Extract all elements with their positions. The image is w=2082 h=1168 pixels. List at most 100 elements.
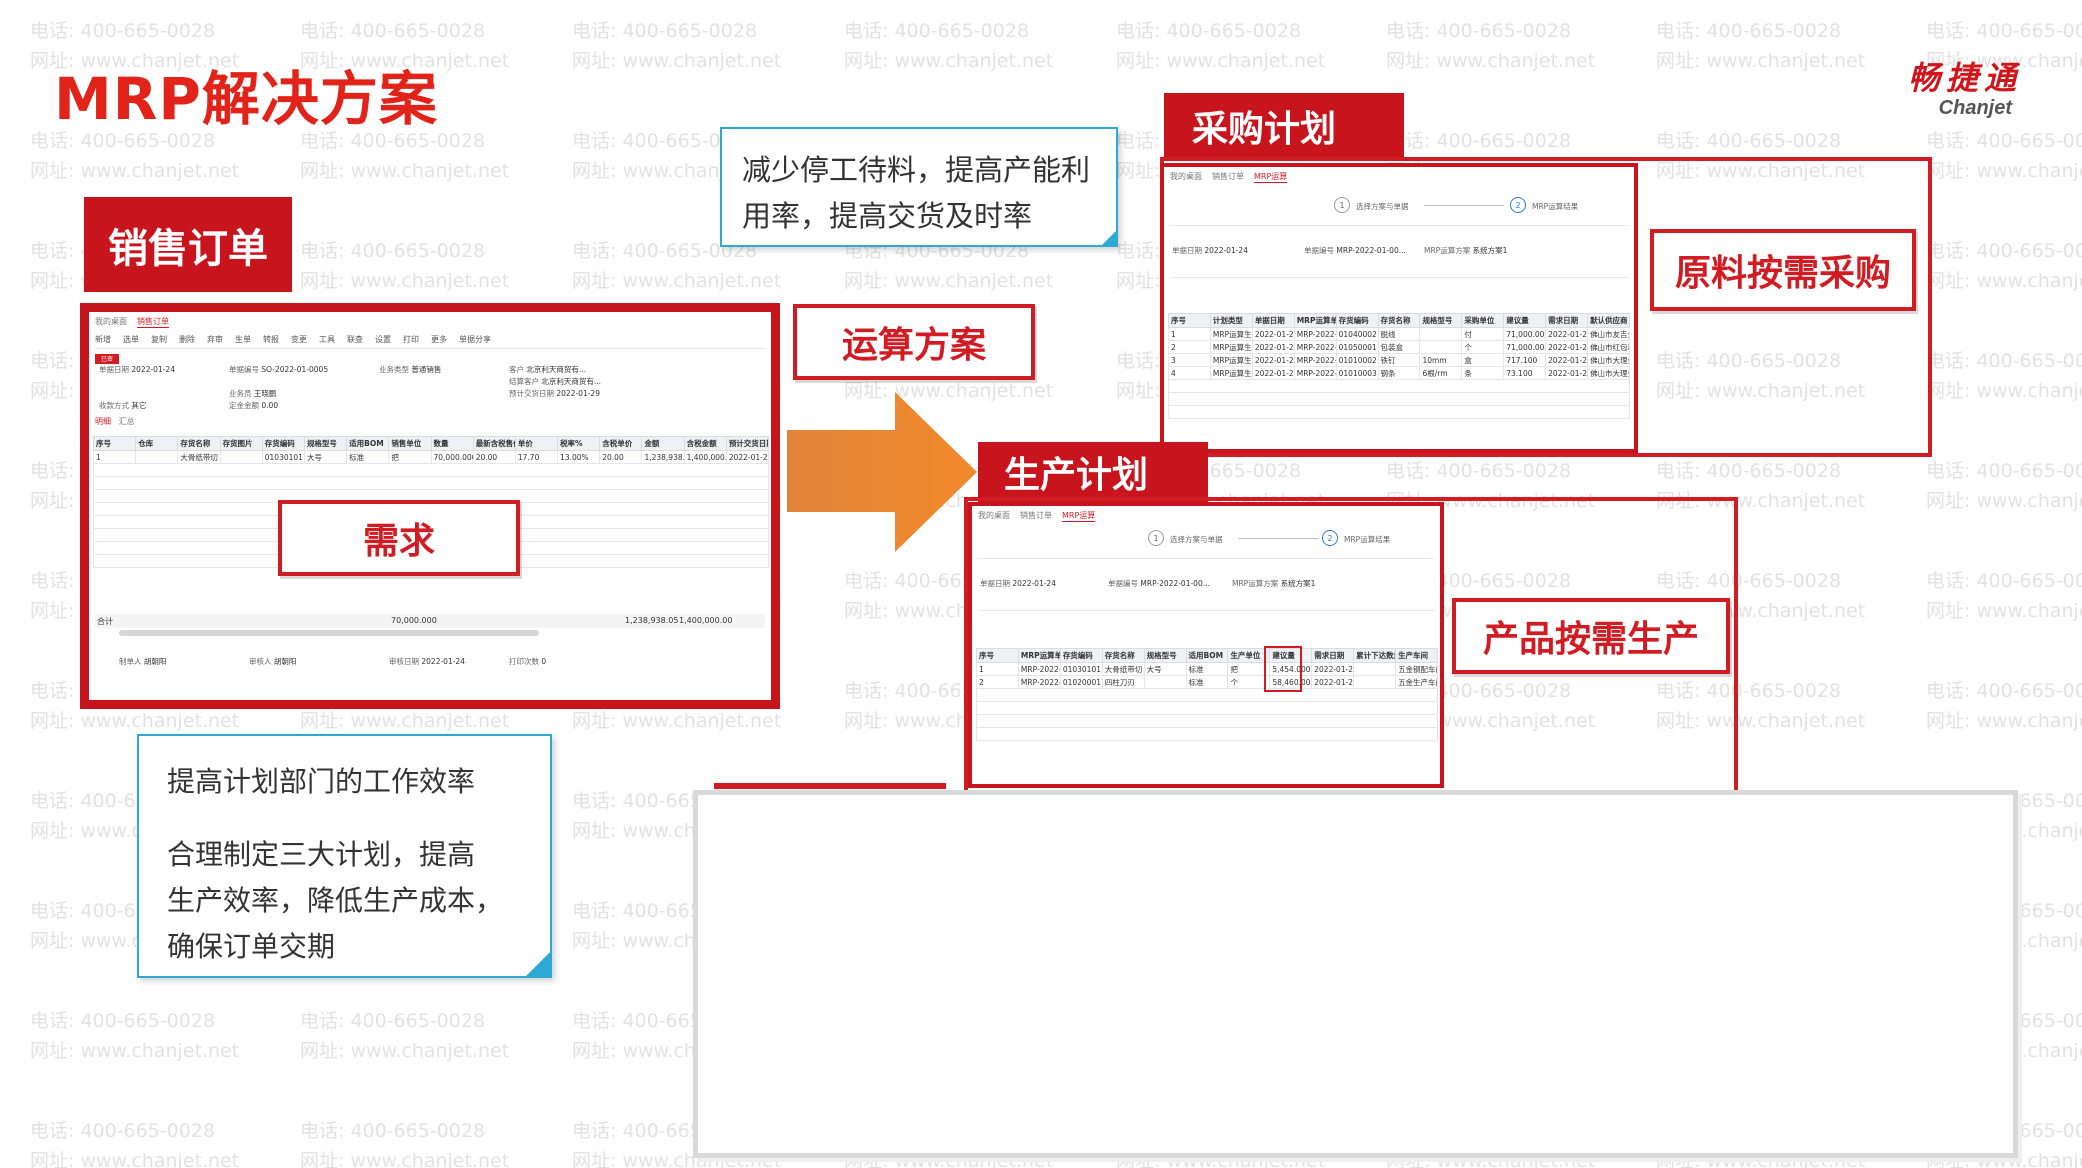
toolbar-item[interactable]: 选单 — [123, 334, 139, 345]
watermark-url: 网址: www.chanjet.net — [300, 710, 510, 732]
column-header[interactable]: 需求日期 — [1311, 648, 1355, 663]
field-label: 单据编号 — [229, 365, 259, 374]
watermark-cell: 电话: 400-665-0028 网址: www.chanjet.net — [30, 1006, 290, 1066]
watermark-url: 网址: www.chanjet.net — [1926, 380, 2082, 402]
watermark-url: 网址: www.chanjet.net — [572, 50, 782, 72]
column-header[interactable]: 序号 — [976, 648, 1019, 663]
mini-tab: 我的桌面 — [1170, 172, 1202, 181]
watermark-phone: 电话: 400-665-0028 — [1656, 460, 1842, 482]
column-header[interactable]: 存货名称 — [1377, 313, 1421, 328]
toolbar-item[interactable]: 弃审 — [207, 334, 223, 345]
field-value: 王晓鹏 — [253, 389, 277, 398]
scrollbar[interactable] — [119, 630, 539, 636]
table-row[interactable]: 3MRP运算生成2022-01-24MRP-2022-01-00...01010… — [1168, 353, 1630, 367]
table-cell: 标准 — [1185, 675, 1229, 689]
empty-row — [1168, 405, 1630, 419]
toolbar-item[interactable]: 变更 — [291, 334, 307, 345]
column-header[interactable]: MRP运算单号 — [1293, 313, 1337, 328]
column-header[interactable]: MRP运算单号 — [1017, 648, 1061, 663]
sales-mini-toolbar: 新增 选单 复制 删除 弃审 生单 转报 变更 工具 联查 设置 打印 更多 单据分享 — [95, 334, 491, 345]
production-mini-tabs: 我的桌面 销售订单 MRP运算 — [978, 510, 1096, 522]
column-header[interactable]: 含税单价 — [599, 436, 643, 451]
column-header[interactable]: 规格型号 — [1143, 648, 1187, 663]
toolbar-item[interactable]: 更多 — [431, 334, 447, 345]
divider — [1170, 225, 1628, 226]
table-cell: MRP-2022-01-00... — [1293, 327, 1337, 341]
column-header[interactable]: 预计交货日期 — [725, 436, 770, 451]
column-header[interactable]: 含税金额 — [683, 436, 727, 451]
toolbar-item[interactable]: 删除 — [179, 334, 195, 345]
table-row[interactable]: 2MRP-2022-01-000501020001四柱刀刃标准个58,460.0… — [976, 675, 1438, 689]
table-row[interactable]: 2MRP运算生成2022-01-24MRP-2022-01-00...01050… — [1168, 340, 1630, 354]
column-header[interactable]: 适用BOM — [346, 436, 390, 451]
divider — [95, 348, 765, 349]
column-header[interactable]: 存货名称 — [177, 436, 221, 451]
toolbar-item[interactable]: 工具 — [319, 334, 335, 345]
table-cell: 把 — [388, 450, 432, 464]
column-header[interactable]: 最新含税售价 — [472, 436, 516, 451]
tab-purchase-plan: 采购计划 — [1164, 93, 1404, 159]
table-cell: 10mm — [1419, 353, 1463, 367]
step-1-icon: 1 — [1334, 197, 1350, 213]
field-value: 胡朝阳 — [143, 657, 167, 666]
column-header[interactable]: 金额 — [641, 436, 685, 451]
table-row[interactable]: 1MRP运算生成2022-01-24MRP-2022-01-00...01040… — [1168, 327, 1630, 341]
watermark-url: 网址: www.chanjet.net — [300, 270, 510, 292]
toolbar-item[interactable]: 设置 — [375, 334, 391, 345]
watermark-url: 网址: www.chanjet.net — [572, 270, 782, 292]
toolbar-item[interactable]: 单据分享 — [459, 334, 491, 345]
column-header[interactable]: 数量 — [430, 436, 474, 451]
note-body: 合理制定三大计划，提高 生产效率，降低生产成本， 确保订单交期 — [167, 832, 503, 970]
column-header[interactable]: 建议量 — [1503, 313, 1547, 328]
watermark-phone: 电话: 400-665-0028 — [1386, 460, 1572, 482]
toolbar-item[interactable]: 新增 — [95, 334, 111, 345]
watermark-url: 网址: www.chanjet.net — [300, 160, 510, 182]
table-cell: MRP运算生成 — [1209, 366, 1253, 380]
step-2-icon: 2 — [1322, 530, 1338, 546]
total-amount: 1,238,938.05 — [625, 616, 679, 625]
column-header[interactable]: 税率% — [557, 436, 601, 451]
column-header[interactable]: 生产车间 — [1395, 648, 1438, 663]
field-value: 普通销售 — [411, 365, 442, 374]
column-header[interactable]: 需求日期 — [1545, 313, 1589, 328]
column-header[interactable]: 默认供应商 — [1587, 313, 1630, 328]
watermark-url: 网址: www.chanjet.net — [30, 1040, 240, 1062]
efficiency-note: 提高计划部门的工作效率 合理制定三大计划，提高 生产效率，降低生产成本， 确保订… — [137, 734, 552, 978]
column-header[interactable]: 序号 — [92, 436, 137, 451]
table-cell: 20.00 — [472, 450, 516, 464]
column-header[interactable]: 存货名称 — [1101, 648, 1145, 663]
form-field: 单据日期 2022-01-24 — [99, 364, 175, 375]
toolbar-item[interactable]: 生单 — [235, 334, 251, 345]
column-header[interactable]: 仓库 — [135, 436, 179, 451]
note-line-3: 生产效率，降低生产成本， — [167, 884, 504, 917]
column-header[interactable]: 存货编码 — [1335, 313, 1379, 328]
column-header[interactable]: 存货编码 — [1059, 648, 1103, 663]
column-header[interactable]: 存货图片 — [219, 436, 263, 451]
column-header[interactable]: 序号 — [1168, 313, 1211, 328]
column-header[interactable]: 销售单位 — [388, 436, 432, 451]
toolbar-item[interactable]: 复制 — [151, 334, 167, 345]
table-row[interactable]: 4MRP运算生成2022-01-24MRP-2022-01-00...01010… — [1168, 366, 1630, 380]
column-header[interactable]: 采购单位 — [1461, 313, 1505, 328]
empty-row — [976, 688, 1438, 702]
column-header[interactable]: 规格型号 — [303, 436, 348, 451]
column-header[interactable]: 规格型号 — [1419, 313, 1463, 328]
column-header[interactable]: 单价 — [514, 436, 559, 451]
watermark-url: 网址: www.chanjet.net — [1926, 160, 2082, 182]
column-header[interactable]: 适用BOM — [1185, 648, 1229, 663]
column-header[interactable]: 单据日期 — [1251, 313, 1295, 328]
field-label: 结算客户 — [509, 377, 539, 386]
table-row[interactable]: 1MRP-2022-01-000501030101大骨纸带切大号标准把5,454… — [976, 662, 1438, 676]
toolbar-item[interactable]: 打印 — [403, 334, 419, 345]
toolbar-item[interactable]: 转报 — [263, 334, 279, 345]
column-header[interactable]: 存货编码 — [261, 436, 305, 451]
table-cell: 2022-01-29 — [1311, 662, 1355, 676]
column-header[interactable]: 计划类型 — [1209, 313, 1253, 328]
field-label: 预计交货日期 — [509, 389, 554, 398]
table-cell: 佛山市大理金属材 — [1587, 366, 1630, 380]
table-cell: 6根/rm — [1419, 366, 1463, 380]
column-header[interactable]: 累计下达数量 — [1353, 648, 1397, 663]
toolbar-item[interactable]: 联查 — [347, 334, 363, 345]
table-cell: 1 — [1168, 327, 1211, 341]
table-row[interactable]: 1 大骨纸带切 01030101 大号 标准把 70,000.000 20.00 17.70 1… — [92, 450, 770, 464]
